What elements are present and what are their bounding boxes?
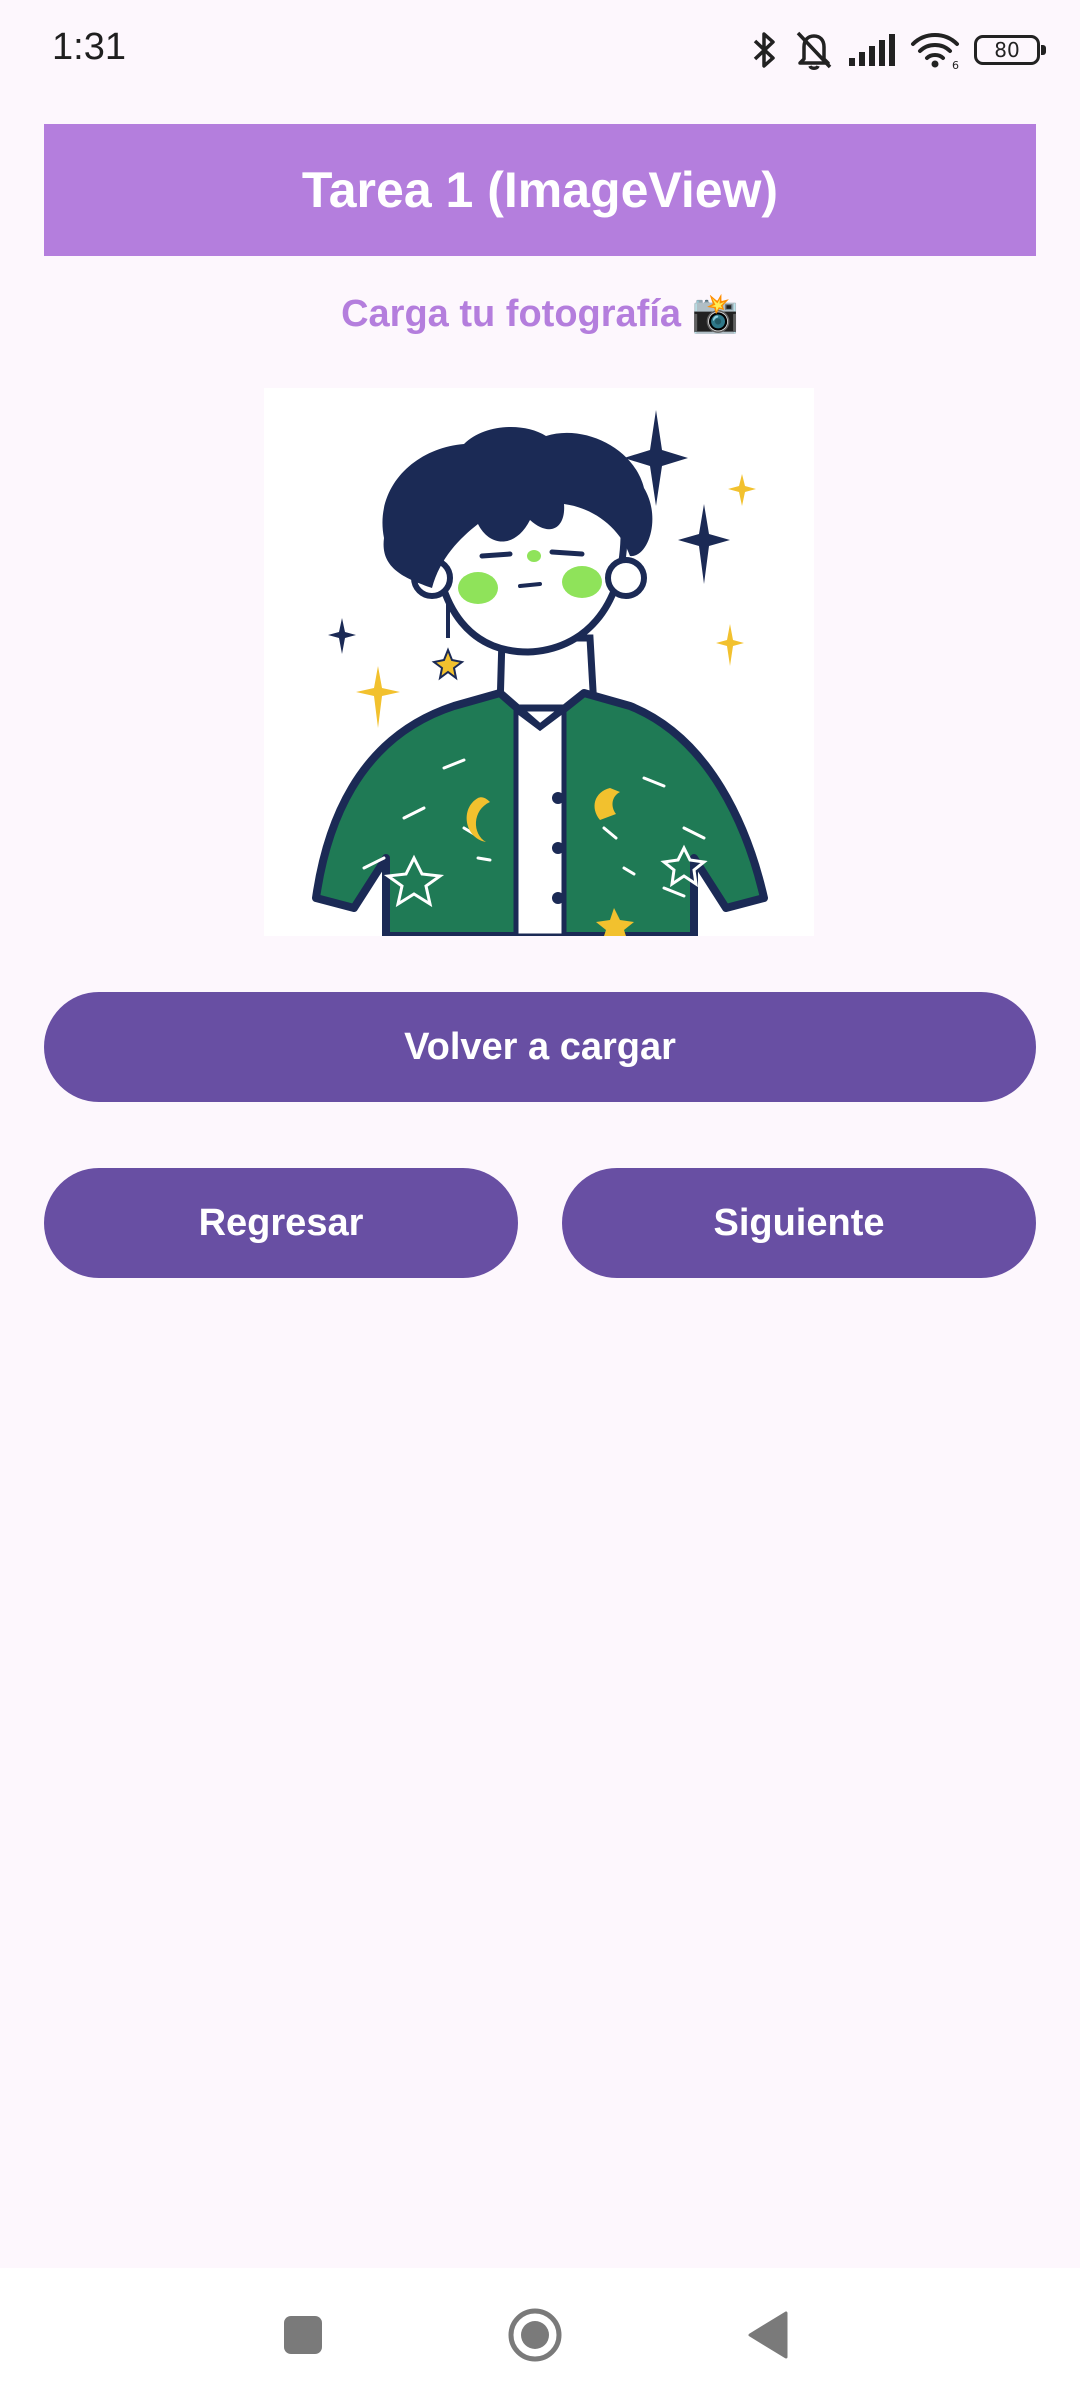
recents-icon[interactable]	[258, 2290, 348, 2380]
next-button[interactable]: Siguiente	[562, 1168, 1036, 1278]
cell-signal-icon	[848, 32, 896, 68]
svg-text:6: 6	[952, 59, 959, 70]
status-icons: 6 80	[750, 24, 1046, 76]
bell-off-icon	[794, 29, 834, 71]
bluetooth-icon	[750, 30, 780, 70]
app-title-bar: Tarea 1 (ImageView)	[44, 124, 1036, 256]
subtitle: Carga tu fotografía 📸	[341, 293, 739, 335]
reload-button[interactable]: Volver a cargar	[44, 992, 1036, 1102]
character-illustration	[264, 388, 814, 936]
wifi-icon: 6	[910, 30, 960, 70]
back-button[interactable]: Regresar	[44, 1168, 518, 1278]
status-bar: 1:31 6 80	[0, 0, 1080, 100]
home-icon[interactable]	[490, 2290, 580, 2380]
system-nav-bar	[0, 2268, 1080, 2400]
page-title: Tarea 1 (ImageView)	[301, 162, 779, 218]
battery-icon: 80	[974, 35, 1046, 65]
back-icon[interactable]	[722, 2290, 812, 2380]
status-time: 1:31	[52, 26, 126, 68]
loaded-photo	[264, 388, 814, 936]
